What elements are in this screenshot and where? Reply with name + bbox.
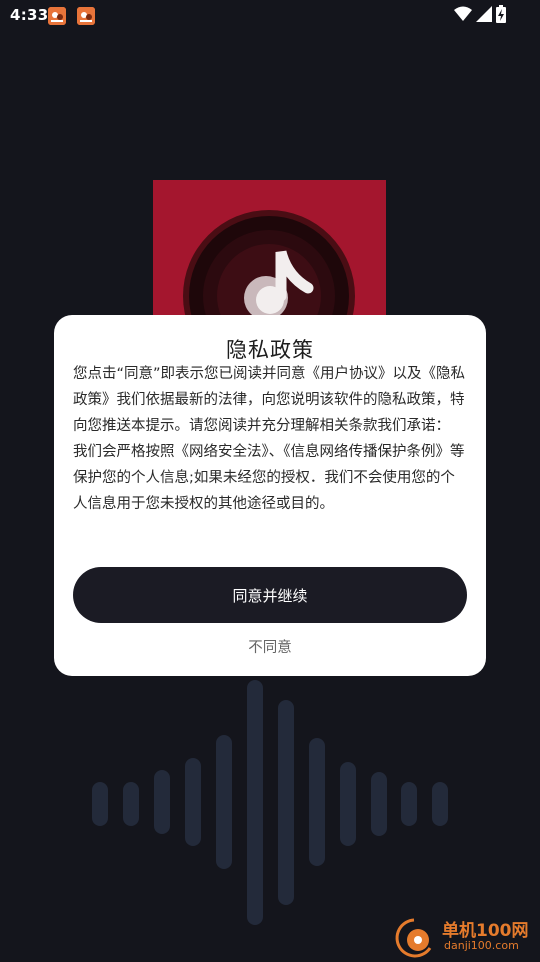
waveform-bar	[247, 680, 263, 925]
dialog-paragraph: 您点击“同意”即表示您已阅读并同意《用户协议》以及《隐私政策》我们依据最新的法律…	[73, 366, 466, 434]
notification-app-icon	[48, 7, 66, 25]
waveform-bar	[309, 738, 325, 866]
waveform-decoration	[0, 680, 540, 930]
waveform-bar	[185, 758, 201, 846]
waveform-bar	[340, 762, 356, 846]
watermark-domain: danji100.com	[444, 939, 519, 952]
wifi-icon	[454, 6, 472, 26]
status-time: 4:33	[10, 6, 49, 24]
waveform-bar	[92, 782, 108, 826]
disagree-button[interactable]: 不同意	[54, 636, 486, 657]
battery-charging-icon	[496, 5, 506, 27]
waveform-bar	[432, 782, 448, 826]
notification-app-icon	[77, 7, 95, 25]
privacy-policy-dialog: 隐私政策 您点击“同意”即表示您已阅读并同意《用户协议》以及《隐私政策》我们依据…	[54, 315, 486, 676]
waveform-bar	[278, 700, 294, 905]
waveform-bar	[123, 782, 139, 826]
status-bar: 4:33	[0, 0, 540, 32]
waveform-bar	[216, 735, 232, 869]
dialog-title: 隐私政策	[226, 338, 314, 362]
waveform-bar	[371, 772, 387, 836]
waveform-bar	[154, 770, 170, 834]
dialog-body: 您点击“同意”即表示您已阅读并同意《用户协议》以及《隐私政策》我们依据最新的法律…	[73, 361, 468, 517]
waveform-bar	[401, 782, 417, 826]
signal-icon	[476, 6, 492, 26]
site-watermark: 单机100网 danji100.com	[390, 914, 540, 960]
watermark-name: 单机100网	[442, 921, 529, 941]
agree-and-continue-button[interactable]: 同意并继续	[73, 567, 467, 623]
dialog-paragraph: 我们会严格按照《网络安全法》、《信息网络传播保护条例》等保护您的个人信息;如果未…	[73, 444, 465, 512]
watermark-logo-icon	[392, 918, 436, 962]
